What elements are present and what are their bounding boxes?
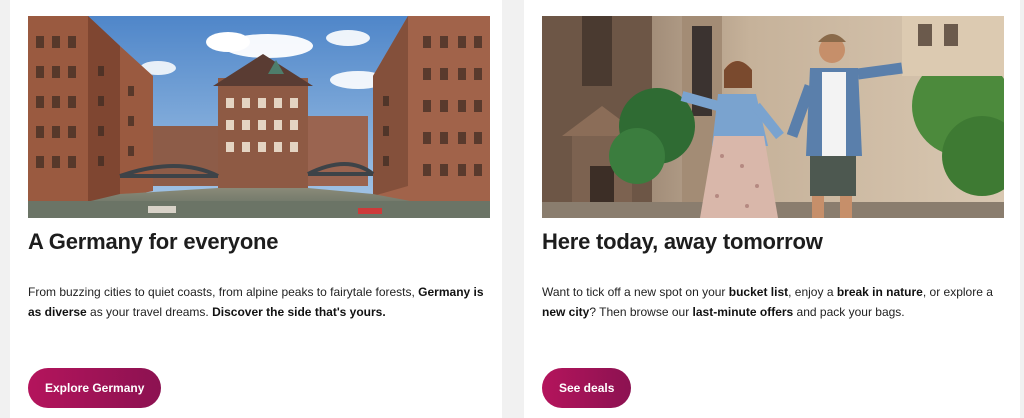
teaser-card-deals: Here today, away tomorrow Want to tick o… [524, 0, 1020, 418]
teaser-card-germany: A Germany for everyone From buzzing citi… [10, 0, 502, 418]
couple-illustration [542, 16, 1004, 218]
card-title: A Germany for everyone [28, 229, 279, 254]
card-description: From buzzing cities to quiet coasts, fro… [28, 282, 484, 322]
description-text: , enjoy a [788, 285, 837, 299]
description-text: , or explore a [922, 285, 993, 299]
card-title: Here today, away tomorrow [542, 229, 823, 254]
description-highlight: Discover the side that's yours. [212, 305, 386, 319]
description-highlight: bucket list [728, 285, 789, 299]
description-highlight: last-minute offers [692, 305, 794, 319]
hero-image-couple [542, 16, 1004, 218]
description-text: as your travel dreams. [86, 305, 213, 319]
description-text: Want to tick off a new spot on your [542, 285, 729, 299]
card-description: Want to tick off a new spot on your buck… [542, 282, 998, 322]
description-highlight: new city [542, 305, 590, 319]
description-highlight: break in nature [836, 285, 923, 299]
hero-image-hamburg [28, 16, 490, 218]
hamburg-illustration [28, 16, 490, 218]
see-deals-button[interactable]: See deals [542, 368, 632, 408]
description-text: ? Then browse our [589, 305, 693, 319]
description-text: From buzzing cities to quiet coasts, fro… [28, 285, 419, 299]
teaser-section: A Germany for everyone From buzzing citi… [0, 0, 1024, 418]
description-text: and pack your bags. [793, 305, 905, 319]
explore-germany-button[interactable]: Explore Germany [28, 368, 162, 408]
